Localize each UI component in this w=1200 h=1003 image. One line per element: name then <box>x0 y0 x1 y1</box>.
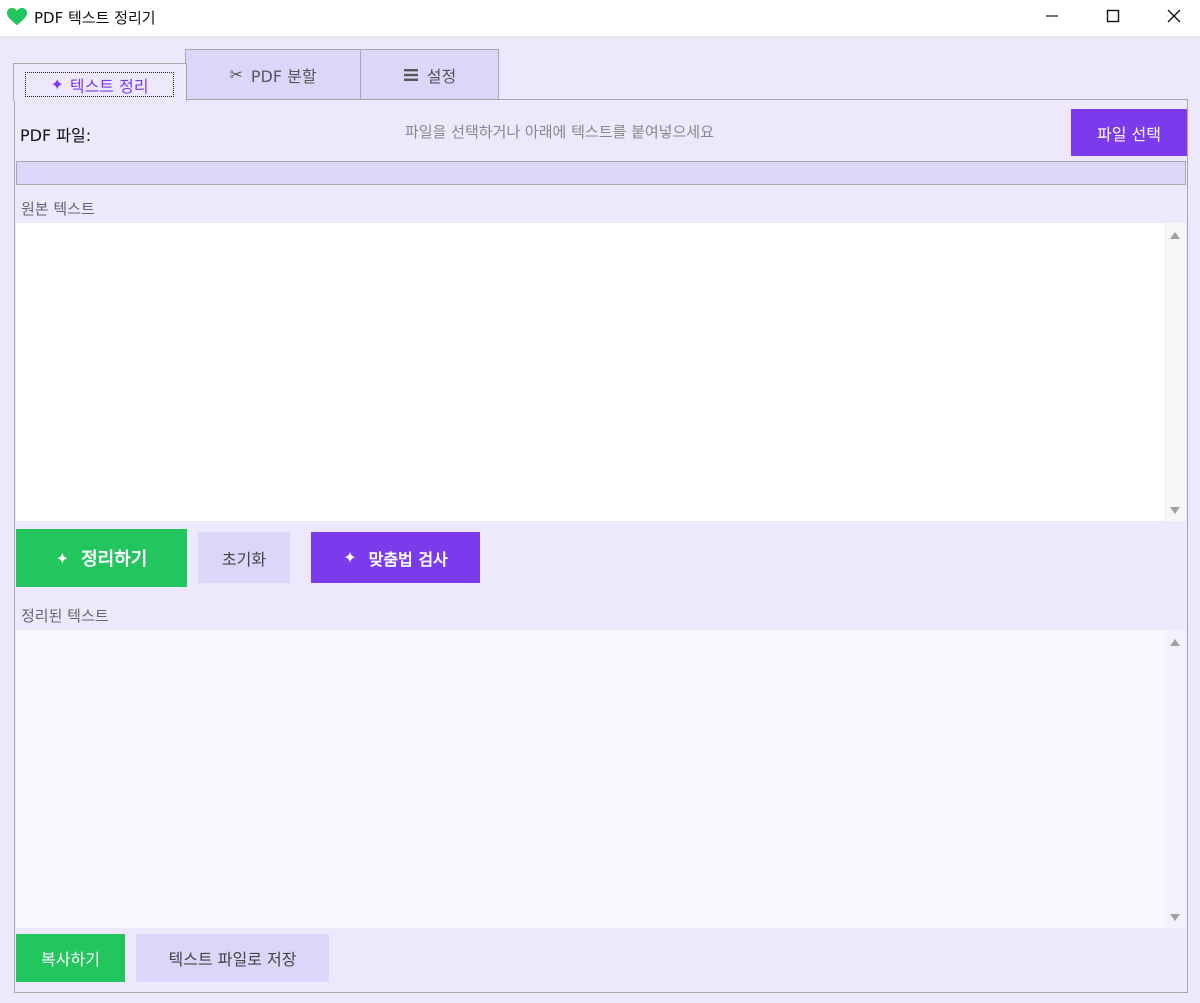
pdf-file-label: PDF 파일: <box>20 126 92 145</box>
source-text-label: 원본 텍스트 <box>21 200 95 218</box>
sparkle-icon: ✦ <box>55 548 70 568</box>
clean-button[interactable]: ✦ 정리하기 <box>16 529 187 587</box>
progress-bar <box>16 161 1186 185</box>
close-icon <box>1167 9 1181 23</box>
tab-focus-outline: ✦ 텍스트 정리 <box>25 72 174 97</box>
minimize-icon <box>1046 15 1058 17</box>
scissors-icon: ✂ <box>229 65 243 84</box>
reset-button[interactable]: 초기화 <box>198 532 290 583</box>
scroll-up-icon[interactable] <box>1170 232 1180 239</box>
maximize-icon <box>1106 9 1120 23</box>
source-textarea[interactable] <box>16 223 1164 521</box>
sparkle-icon: ✦ <box>50 75 64 94</box>
tab-label: PDF 분할 <box>250 66 317 86</box>
scroll-up-icon[interactable] <box>1170 639 1180 646</box>
copy-button[interactable]: 복사하기 <box>16 934 125 982</box>
tab-label: 텍스트 정리 <box>69 76 149 96</box>
clean-button-label: 정리하기 <box>81 549 148 570</box>
result-text-label: 정리된 텍스트 <box>21 607 109 625</box>
scroll-down-icon[interactable] <box>1170 507 1180 514</box>
green-heart-icon <box>6 7 28 26</box>
save-text-file-button[interactable]: 텍스트 파일로 저장 <box>136 934 329 982</box>
minimize-button[interactable] <box>1024 0 1080 32</box>
sparkle-icon: ✦ <box>343 548 357 567</box>
result-scrollbar[interactable] <box>1164 630 1186 928</box>
tab-text-clean[interactable]: ✦ 텍스트 정리 <box>13 63 187 101</box>
pdf-file-hint: 파일을 선택하거나 아래에 텍스트를 붙여넣으세요 <box>405 123 714 141</box>
menu-icon <box>403 68 418 81</box>
source-scrollbar[interactable] <box>1164 223 1186 521</box>
tab-pdf-split[interactable]: ✂ PDF 분할 <box>185 49 361 99</box>
close-button[interactable] <box>1146 0 1200 32</box>
scroll-down-icon[interactable] <box>1170 914 1180 921</box>
select-file-button[interactable]: 파일 선택 <box>1071 109 1187 156</box>
maximize-button[interactable] <box>1085 0 1141 32</box>
spellcheck-button-label: 맞춤법 검사 <box>368 549 448 569</box>
tab-label: 설정 <box>426 66 457 86</box>
tab-settings[interactable]: 설정 <box>360 49 499 99</box>
title-bar: PDF 텍스트 정리기 <box>0 0 1200 37</box>
window-title: PDF 텍스트 정리기 <box>34 9 156 27</box>
spellcheck-button[interactable]: ✦ 맞춤법 검사 <box>311 532 480 583</box>
result-textarea[interactable] <box>16 630 1164 928</box>
